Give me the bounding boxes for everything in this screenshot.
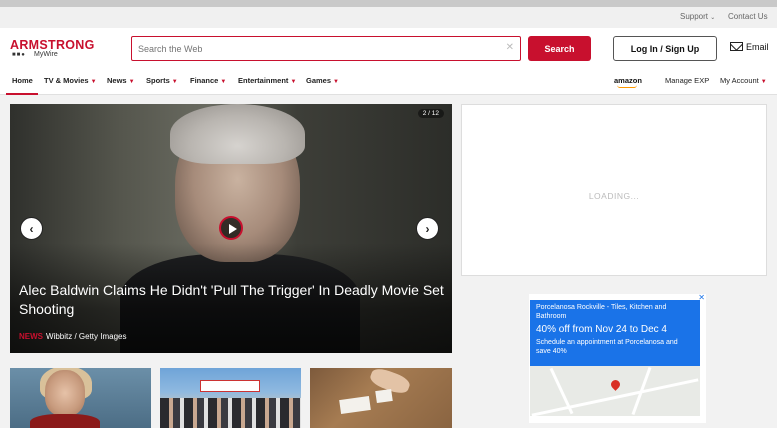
email-link[interactable]: Email — [730, 42, 769, 52]
sponsored-ad[interactable]: ✕ Porcelanosa Rockville - Tiles, Kitchen… — [529, 293, 706, 423]
hero-source: NEWS Wibbitz / Getty Images — [19, 332, 126, 341]
chevron-down-icon: ▼ — [220, 79, 227, 85]
play-video-button[interactable] — [219, 216, 243, 240]
nav-item-finance[interactable]: Finance ▼ — [190, 76, 226, 85]
previous-slide-button[interactable]: ‹ — [20, 217, 43, 240]
login-signup-button[interactable]: Log In / Sign Up — [613, 36, 717, 61]
chevron-down-icon: ▼ — [171, 79, 178, 85]
logo-device-icons: ■■● — [12, 52, 26, 58]
thumbnail-image — [200, 380, 260, 392]
article-thumbnail[interactable] — [310, 368, 452, 428]
nav-item-sports[interactable]: Sports ▼ — [146, 76, 178, 85]
envelope-icon — [730, 42, 743, 51]
support-label: Support — [680, 12, 709, 21]
utility-bar: Support ⌄ Contact Us — [0, 7, 777, 28]
ad-loading-text: LOADING... — [588, 191, 640, 201]
thumbnail-image — [30, 414, 100, 428]
contact-link[interactable]: Contact Us — [728, 12, 768, 21]
hero-slideshow[interactable]: 2 / 12 ‹ › Alec Baldwin Claims He Didn't… — [10, 104, 452, 353]
amazon-smile-icon — [617, 85, 637, 88]
nav-label: Sports — [146, 76, 170, 85]
site-header: ARMSTRONG ■■● MyWire ✕ Search Log In / S… — [0, 28, 777, 95]
thumbnail-image — [339, 395, 371, 415]
chevron-down-icon: ▼ — [760, 79, 767, 85]
nav-label: News — [107, 76, 127, 85]
article-thumbnail[interactable] — [10, 368, 151, 428]
hero-image-hair — [170, 104, 305, 164]
chevron-down-icon: ⌄ — [710, 15, 716, 21]
nav-label: Entertainment — [238, 76, 289, 85]
ad-content[interactable]: Porcelanosa Rockville - Tiles, Kitchen a… — [530, 300, 700, 366]
search-box: ✕ — [131, 36, 521, 61]
search-button[interactable]: Search — [528, 36, 591, 61]
manage-exp-link[interactable]: Manage EXP — [665, 76, 709, 85]
news-tag: NEWS — [19, 332, 43, 341]
nav-item-games[interactable]: Games ▼ — [306, 76, 339, 85]
ad-offer: 40% off from Nov 24 to Dec 4 — [536, 324, 667, 335]
map-pin-icon — [609, 378, 622, 391]
chevron-down-icon: ▼ — [333, 79, 339, 85]
clear-icon[interactable]: ✕ — [506, 42, 514, 53]
chevron-down-icon: ▼ — [128, 79, 135, 85]
nav-item-tv-movies[interactable]: TV & Movies ▼ — [44, 76, 97, 85]
next-slide-button[interactable]: › — [416, 217, 439, 240]
browser-top-strip — [0, 0, 777, 7]
site-logo[interactable]: ARMSTRONG — [10, 38, 95, 52]
nav-item-home[interactable]: Home — [12, 76, 33, 85]
nav-label: TV & Movies — [44, 76, 89, 85]
ad-placeholder: LOADING... — [461, 104, 767, 276]
thumbnail-image — [375, 388, 393, 404]
nav-label: Home — [12, 76, 33, 85]
hero-headline[interactable]: Alec Baldwin Claims He Didn't 'Pull The … — [19, 281, 449, 319]
article-thumbnail[interactable] — [160, 368, 301, 428]
logo-subtitle: MyWire — [34, 51, 58, 58]
nav-label: Games — [306, 76, 332, 85]
source-credit: Wibbitz / Getty Images — [46, 332, 127, 341]
slide-counter: 2 / 12 — [417, 109, 444, 118]
amazon-link[interactable]: amazon — [614, 76, 642, 88]
ad-title: Porcelanosa Rockville - Tiles, Kitchen a… — [536, 304, 667, 320]
ad-map[interactable] — [530, 366, 700, 416]
thumbnail-image — [45, 370, 85, 416]
my-account-menu[interactable]: My Account ▼ — [720, 76, 767, 85]
ad-description: Schedule an appointment at Porcelanosa a… — [536, 339, 678, 355]
nav-item-news[interactable]: News ▼ — [107, 76, 135, 85]
chevron-down-icon: ▼ — [290, 79, 297, 85]
nav-item-entertainment[interactable]: Entertainment ▼ — [238, 76, 296, 85]
amazon-logo: amazon — [614, 76, 642, 85]
thumbnail-image — [160, 398, 301, 428]
main-nav: Home TV & Movies ▼ News ▼ Sports ▼ Finance ▼… — [0, 72, 777, 95]
active-tab-indicator — [6, 93, 38, 95]
chevron-right-icon: › — [425, 221, 430, 236]
chevron-down-icon: ▼ — [90, 79, 97, 85]
my-account-label: My Account — [720, 76, 759, 85]
nav-label: Finance — [190, 76, 219, 85]
search-input[interactable] — [138, 41, 488, 56]
chevron-left-icon: ‹ — [29, 221, 34, 236]
email-label: Email — [746, 42, 769, 52]
support-link[interactable]: Support ⌄ — [680, 12, 715, 21]
